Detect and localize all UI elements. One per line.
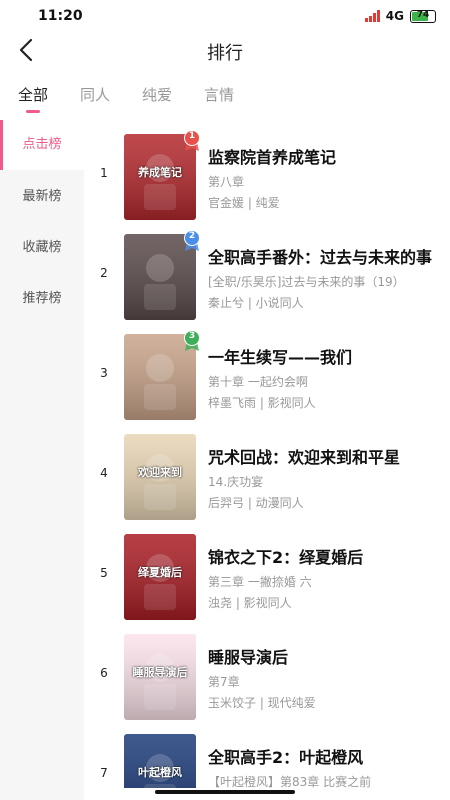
- rank-medal-icon: 2: [183, 230, 201, 252]
- book-title[interactable]: 监察院首养成笔记: [208, 144, 433, 168]
- book-cover[interactable]: 叶起橙风: [124, 734, 196, 788]
- book-cover[interactable]: 绎夏婚后: [124, 534, 196, 620]
- active-tab-indicator: [26, 110, 40, 113]
- author-category: 浊尧 | 影视同人: [208, 596, 292, 610]
- book-list: 1 养成笔记 1 监察院首养成笔记第八章官金媛 | 纯爱 2 2 全职高手番外：过去与未来的…: [84, 120, 450, 788]
- status-icons: 4G 74: [364, 9, 436, 23]
- sidebar-item-recommended[interactable]: 推荐榜: [0, 274, 84, 324]
- rank-medal-number: 1: [188, 131, 196, 141]
- rank-medal-number: 3: [188, 331, 196, 341]
- cover-title-text: 绎夏婚后: [138, 566, 182, 579]
- latest-chapter: 【叶起橙风】第83章 比赛之前: [208, 775, 372, 788]
- sidebar-item-label: 最新榜: [22, 189, 62, 204]
- tab-fanfic[interactable]: 同人: [80, 84, 110, 105]
- battery-icon: 74: [410, 9, 436, 23]
- book-row[interactable]: 6 睡服导演后 睡服导演后 第7章 玉米饺子 | 现代纯爱: [84, 620, 450, 720]
- category-tabs: 全部 同人 纯爱 言情: [0, 80, 450, 116]
- author-category: 玉米饺子 | 现代纯爱: [208, 696, 316, 710]
- rank-number: 5: [100, 566, 108, 580]
- rank-number: 7: [100, 766, 108, 780]
- rank-medal-icon: 3: [183, 330, 201, 352]
- book-cover[interactable]: 欢迎来到: [124, 434, 196, 520]
- author-category: 官金媛 | 纯爱: [208, 196, 280, 210]
- sidebar-active-indicator: [0, 120, 3, 170]
- sidebar-item-favorites[interactable]: 收藏榜: [0, 223, 84, 273]
- app-header: 排行: [0, 32, 450, 72]
- book-title[interactable]: 全职高手2：叶起橙风: [208, 744, 433, 768]
- cover-title-text: 养成笔记: [138, 166, 182, 179]
- book-row[interactable]: 2 2 全职高手番外：过去与未来的事 [全职/乐昊乐]过去与未来的事（19） 秦止兮 |…: [84, 220, 450, 320]
- cover-title-text: 欢迎来到: [138, 466, 182, 479]
- book-title[interactable]: 一年生续写——我们: [208, 344, 433, 368]
- book-row[interactable]: 4 欢迎来到 咒术回战：欢迎来到和平星 14.庆功宴后羿弓 | 动漫同人: [84, 420, 450, 520]
- author-category: 后羿弓 | 动漫同人: [208, 496, 304, 510]
- rank-medal-number: 2: [188, 231, 196, 241]
- rank-number: 1: [100, 166, 108, 180]
- sidebar-item-label: 推荐榜: [22, 291, 62, 306]
- book-cover[interactable]: 睡服导演后: [124, 634, 196, 720]
- book-row[interactable]: 7 叶起橙风 全职高手2：叶起橙风【叶起橙风】第83章 比赛之前: [84, 720, 450, 788]
- latest-chapter: 第八章: [208, 175, 245, 189]
- book-row[interactable]: 1 养成笔记 1 监察院首养成笔记第八章官金媛 | 纯爱: [84, 120, 450, 220]
- home-indicator[interactable]: [155, 790, 295, 794]
- latest-chapter: 14.庆功宴: [208, 475, 264, 489]
- latest-chapter: [全职/乐昊乐]过去与未来的事（19）: [208, 275, 405, 289]
- battery-level: 74: [416, 9, 430, 20]
- cover-title-text: 叶起橙风: [138, 766, 182, 779]
- book-row[interactable]: 5 绎夏婚后 锦衣之下2：绎夏婚后第三章 一撇捺婚 六浊尧 | 影视同人: [84, 520, 450, 620]
- page-title: 排行: [207, 43, 243, 64]
- sidebar-item-label: 收藏榜: [22, 240, 62, 255]
- ranking-sidebar: 点击榜 最新榜 收藏榜 推荐榜: [0, 120, 84, 800]
- book-title[interactable]: 锦衣之下2：绎夏婚后: [208, 544, 433, 568]
- rank-number: 4: [100, 466, 108, 480]
- sidebar-item-latest[interactable]: 最新榜: [0, 172, 84, 222]
- latest-chapter: 第7章: [208, 675, 240, 689]
- rank-medal-icon: 1: [183, 130, 201, 152]
- latest-chapter: 第十章 一起约会啊: [208, 375, 308, 389]
- status-bar: 11:20 4G 74: [0, 0, 450, 32]
- network-type: 4G: [385, 9, 404, 23]
- cover-title-text: 睡服导演后: [132, 666, 188, 679]
- rank-number: 2: [100, 266, 108, 280]
- book-title[interactable]: 睡服导演后: [208, 644, 433, 668]
- book-title[interactable]: 全职高手番外：过去与未来的事: [208, 244, 433, 268]
- rank-number: 6: [100, 666, 108, 680]
- author-category: 秦止兮 | 小说同人: [208, 296, 304, 310]
- sidebar-item-clicks[interactable]: 点击榜: [0, 120, 84, 170]
- signal-icon: [364, 10, 380, 22]
- tab-bl[interactable]: 纯爱: [142, 84, 172, 105]
- sidebar-item-label: 点击榜: [22, 137, 62, 152]
- status-time: 11:20: [38, 8, 83, 24]
- book-row[interactable]: 3 3 一年生续写——我们第十章 一起约会啊 梓墨飞雨 | 影视同人: [84, 320, 450, 420]
- rank-number: 3: [100, 366, 108, 380]
- tab-all[interactable]: 全部: [18, 84, 48, 105]
- author-category: 梓墨飞雨 | 影视同人: [208, 396, 316, 410]
- latest-chapter: 第三章 一撇捺婚 六: [208, 575, 312, 589]
- book-title[interactable]: 咒术回战：欢迎来到和平星: [208, 444, 433, 468]
- tab-romance[interactable]: 言情: [204, 84, 234, 105]
